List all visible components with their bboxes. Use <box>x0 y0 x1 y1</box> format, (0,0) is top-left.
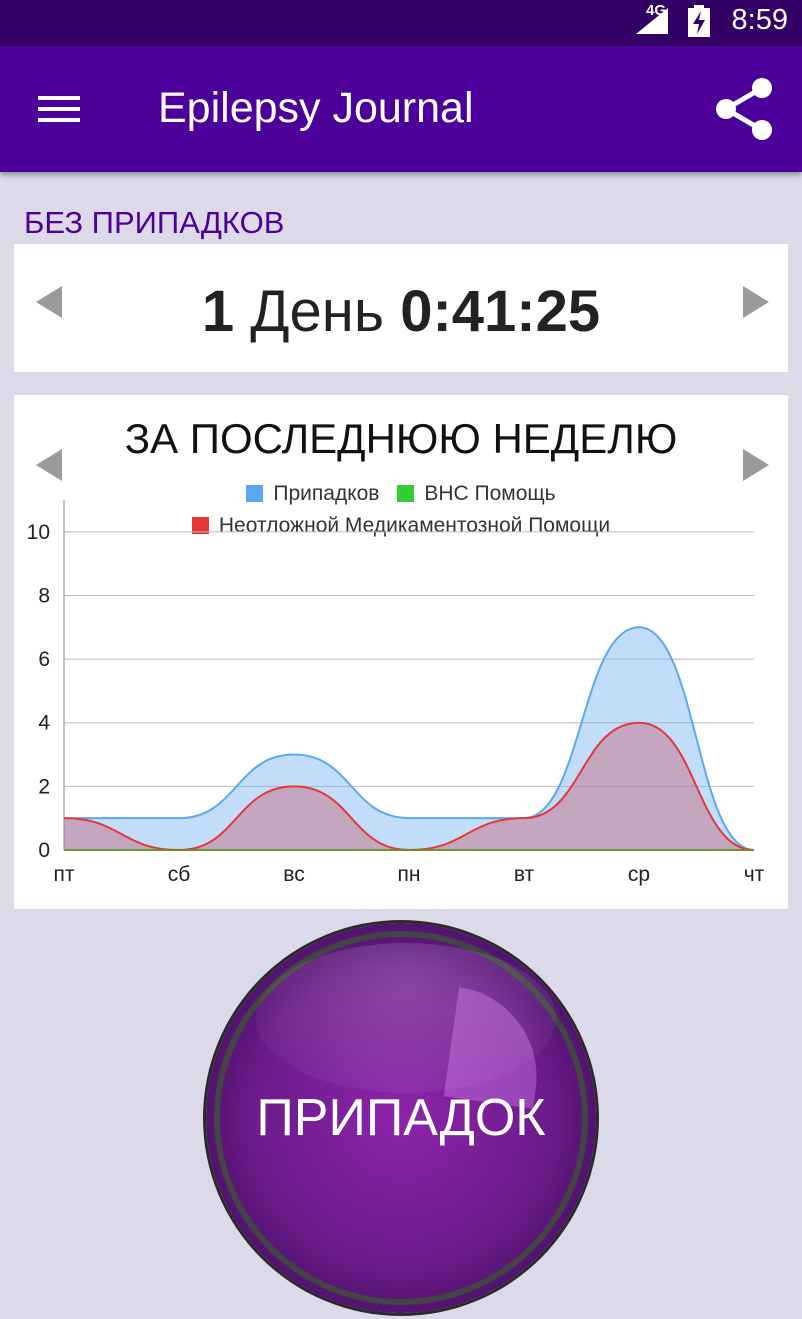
y-tick-label: 10 <box>27 521 50 544</box>
app-bar: Epilepsy Journal <box>0 46 802 172</box>
seizure-free-counter-card: 1 День 0:41:25 <box>14 244 788 372</box>
counter-days: 1 <box>201 279 235 344</box>
weekly-chart-card: ЗА ПОСЛЕДНЮЮ НЕДЕЛЮ Припадков ВНС Помощь… <box>14 395 788 909</box>
signal-icon <box>636 8 668 34</box>
seizure-free-counter: 1 День 0:41:25 <box>14 278 788 345</box>
battery-charging-icon <box>688 5 710 37</box>
x-tick-label: вс <box>283 863 304 886</box>
record-seizure-button[interactable]: ПРИПАДОК <box>206 923 596 1313</box>
app-title: Epilepsy Journal <box>158 84 474 132</box>
status-bar: 4G 8:59 <box>0 0 802 46</box>
y-tick-label: 0 <box>38 839 50 862</box>
counter-time: 0:41:25 <box>400 279 601 344</box>
next-arrow-icon[interactable] <box>743 286 769 318</box>
clock: 8:59 <box>731 4 788 36</box>
y-tick-label: 8 <box>38 584 50 607</box>
y-tick-label: 4 <box>38 712 50 735</box>
hamburger-menu-icon[interactable] <box>30 86 88 132</box>
x-tick-label: ср <box>628 863 650 886</box>
record-seizure-label: ПРИПАДОК <box>256 1089 546 1147</box>
x-tick-label: пт <box>54 863 75 886</box>
y-tick-label: 6 <box>38 648 50 671</box>
y-tick-label: 2 <box>38 775 50 798</box>
area-chart: 0 2 4 6 8 10 пт сб вс пн вт ср чт <box>27 500 765 886</box>
x-tick-label: чт <box>744 863 765 886</box>
x-tick-label: сб <box>168 863 191 886</box>
share-icon[interactable] <box>708 74 778 144</box>
x-tick-label: вт <box>514 863 535 886</box>
counter-days-unit: День <box>250 279 385 344</box>
seizure-free-label: БЕЗ ПРИПАДКОВ <box>24 205 285 240</box>
x-tick-label: пн <box>398 863 421 886</box>
